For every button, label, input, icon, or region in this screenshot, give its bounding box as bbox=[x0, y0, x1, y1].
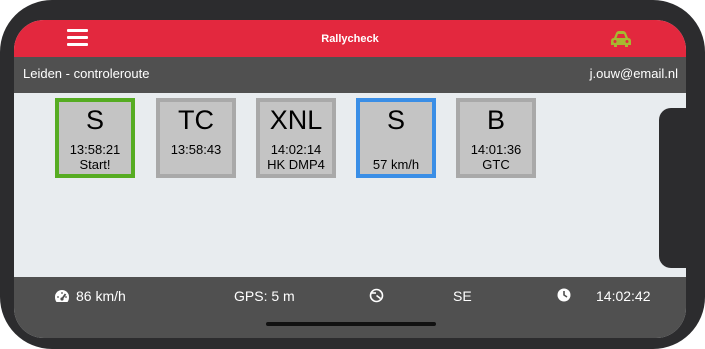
control-code: S bbox=[85, 105, 104, 135]
control-card-speed[interactable]: S 57 km/h bbox=[356, 98, 436, 178]
control-note: GTC bbox=[482, 157, 510, 172]
speedometer-icon bbox=[54, 289, 70, 303]
control-time: 14:02:14 bbox=[270, 142, 322, 157]
control-card-start[interactable]: S 13:58:21 Start! bbox=[55, 98, 135, 178]
display-notch bbox=[659, 108, 686, 268]
control-time bbox=[360, 142, 432, 157]
clock-status: 14:02:42 bbox=[596, 288, 651, 304]
route-bar: Leiden - controleroute j.ouw@email.nl bbox=[14, 57, 686, 93]
control-time: 14:01:36 bbox=[470, 142, 522, 157]
gps-accuracy: GPS: 5 m bbox=[234, 288, 295, 304]
route-name: Leiden - controleroute bbox=[23, 66, 150, 81]
heading-value: SE bbox=[453, 288, 472, 304]
status-bar: 86 km/h GPS: 5 m SE 14:02:42 bbox=[14, 277, 686, 338]
control-code: B bbox=[486, 105, 505, 135]
compass-icon bbox=[369, 288, 384, 303]
control-card-xnl[interactable]: XNL 14:02:14 HK DMP4 bbox=[256, 98, 336, 178]
control-card-tc[interactable]: TC 13:58:43 bbox=[156, 98, 236, 178]
clock-icon bbox=[557, 288, 571, 302]
volume-down-button bbox=[520, 2, 562, 6]
control-time: 13:58:43 bbox=[170, 142, 222, 157]
control-note: HK DMP4 bbox=[267, 157, 325, 172]
hamburger-menu-icon[interactable] bbox=[67, 29, 88, 46]
phone-frame: Rallycheck Leiden - controleroute j.ouw@… bbox=[0, 0, 705, 349]
volume-up-button bbox=[468, 2, 510, 6]
speed-status: 86 km/h bbox=[54, 288, 126, 304]
control-time: 13:58:21 bbox=[69, 142, 121, 157]
user-email: j.ouw@email.nl bbox=[589, 66, 678, 81]
control-card-b[interactable]: B 14:01:36 GTC bbox=[456, 98, 536, 178]
control-code: TC bbox=[178, 105, 214, 135]
control-code: S bbox=[386, 105, 405, 135]
speed-value: 86 km/h bbox=[76, 288, 126, 304]
app-title: Rallycheck bbox=[321, 32, 379, 45]
control-note: 57 km/h bbox=[372, 157, 420, 172]
app-header: Rallycheck bbox=[14, 20, 686, 57]
control-code: XNL bbox=[269, 105, 323, 135]
clock-value: 14:02:42 bbox=[596, 288, 651, 304]
heading-status: SE bbox=[453, 288, 472, 304]
app-screen: Rallycheck Leiden - controleroute j.ouw@… bbox=[14, 20, 686, 338]
side-button bbox=[586, 2, 612, 6]
power-button bbox=[488, 343, 544, 347]
home-indicator[interactable] bbox=[266, 322, 436, 326]
gps-status: GPS: 5 m bbox=[234, 288, 295, 304]
car-icon[interactable] bbox=[610, 30, 632, 48]
control-note: Start! bbox=[79, 157, 111, 172]
